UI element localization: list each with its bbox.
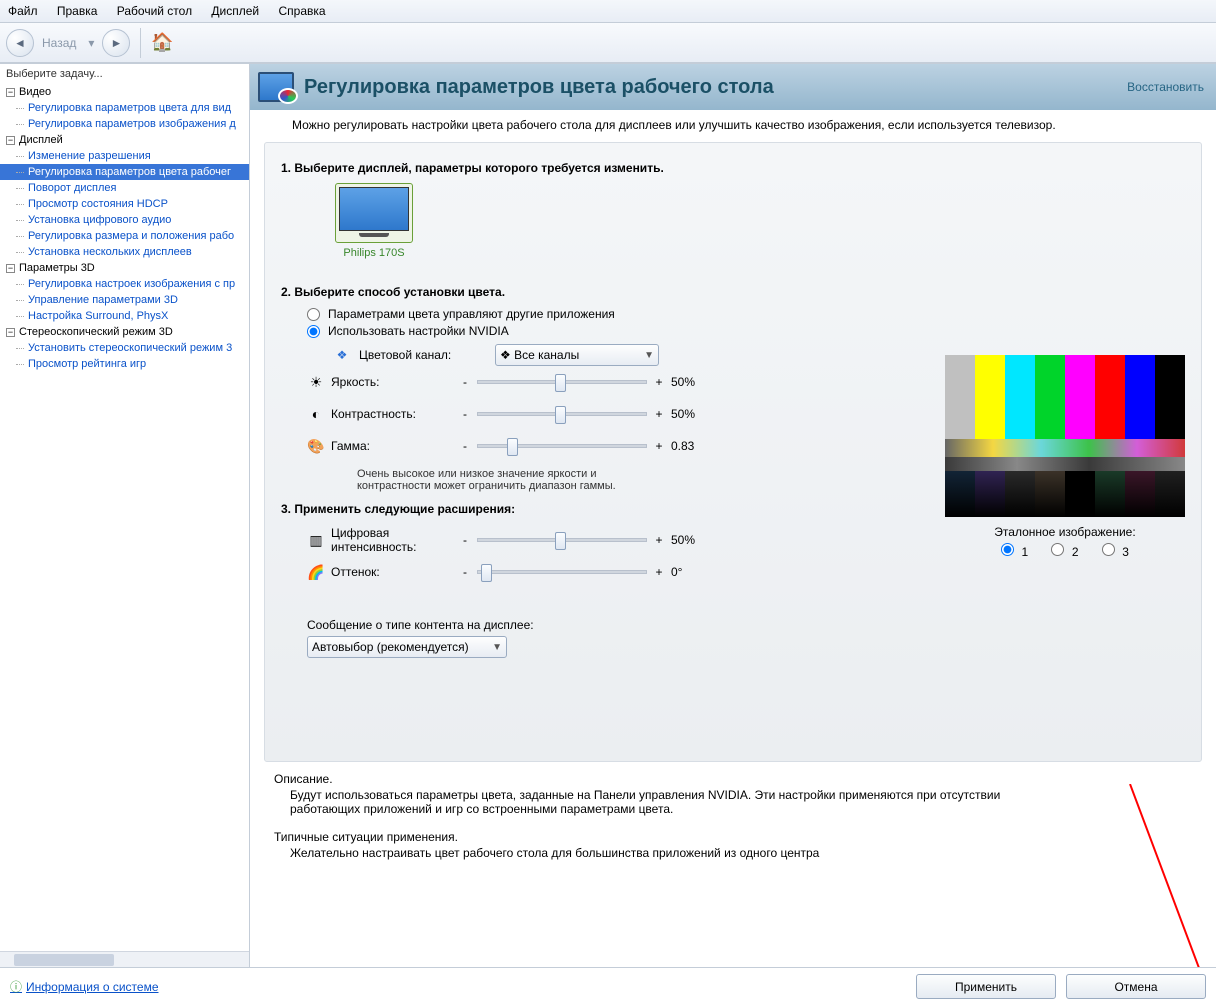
step2-title: 2. Выберите способ установки цвета. [281, 285, 925, 299]
brightness-slider[interactable] [477, 380, 647, 384]
gamma-value: 0.83 [671, 439, 711, 453]
sidebar-title: Выберите задачу... [0, 64, 249, 84]
content-type-label: Сообщение о типе контента на дисплее: [307, 618, 925, 632]
tree-item[interactable]: Регулировка параметров цвета для вид [0, 100, 249, 116]
brightness-icon: ☀ [307, 374, 325, 391]
tree-item[interactable]: Изменение разрешения [0, 148, 249, 164]
forward-button[interactable]: ► [102, 29, 130, 57]
contrast-value: 50% [671, 407, 711, 421]
back-label: Назад [42, 36, 76, 50]
channel-combo[interactable]: ❖ Все каналы▼ [495, 344, 659, 366]
ref-radio-3[interactable] [1102, 543, 1115, 556]
hue-value: 0° [671, 565, 711, 579]
tree-item[interactable]: Управление параметрами 3D [0, 292, 249, 308]
page-header: Регулировка параметров цвета рабочего ст… [250, 64, 1216, 110]
tree-item[interactable]: Поворот дисплея [0, 180, 249, 196]
hue-label: Оттенок: [331, 565, 459, 579]
brightness-value: 50% [671, 375, 711, 389]
brightness-label: Яркость: [331, 375, 459, 389]
back-button[interactable]: ◄ [6, 29, 34, 57]
sidebar-hscrollbar[interactable] [0, 951, 249, 967]
tree-category[interactable]: −Стереоскопический режим 3D [0, 324, 249, 340]
tree-item[interactable]: Регулировка размера и положения рабо [0, 228, 249, 244]
home-icon[interactable]: 🏠 [151, 32, 173, 53]
tree-item[interactable]: Установка нескольких дисплеев [0, 244, 249, 260]
page-title: Регулировка параметров цвета рабочего ст… [304, 76, 774, 99]
tree-category[interactable]: −Параметры 3D [0, 260, 249, 276]
intensity-slider[interactable] [477, 538, 647, 542]
apply-button[interactable]: Применить [916, 974, 1056, 999]
page-description: Можно регулировать настройки цвета рабоч… [250, 110, 1216, 136]
tree-item[interactable]: Регулировка настроек изображения с пр [0, 276, 249, 292]
usecase-text: Желательно настраивать цвет рабочего сто… [290, 846, 1010, 860]
gamma-icon: 🎨 [307, 438, 325, 455]
ref-radio-1[interactable] [1001, 543, 1014, 556]
contrast-label: Контрастность: [331, 407, 459, 421]
tree-category[interactable]: −Видео [0, 84, 249, 100]
tree-item[interactable]: Установить стереоскопический режим 3 [0, 340, 249, 356]
toolbar: ◄ Назад ▾ ► 🏠 [0, 23, 1216, 63]
header-monitor-icon [258, 72, 294, 102]
menu-bar: Файл Правка Рабочий стол Дисплей Справка [0, 0, 1216, 23]
tree-item[interactable]: Просмотр рейтинга игр [0, 356, 249, 372]
menu-file[interactable]: Файл [8, 4, 38, 18]
menu-desktop[interactable]: Рабочий стол [117, 4, 192, 18]
sidebar: Выберите задачу... −ВидеоРегулировка пар… [0, 64, 250, 967]
info-icon: ⓘ [10, 978, 22, 995]
content-type-combo[interactable]: Автовыбор (рекомендуется)▼ [307, 636, 507, 658]
hue-slider[interactable] [477, 570, 647, 574]
tree-item[interactable]: Установка цифрового аудио [0, 212, 249, 228]
step3-title: 3. Применить следующие расширения: [281, 502, 925, 516]
back-dropdown-icon[interactable]: ▾ [88, 36, 94, 50]
description-heading: Описание. [274, 772, 1192, 786]
menu-help[interactable]: Справка [278, 4, 325, 18]
intensity-icon: ▥ [307, 532, 325, 549]
task-tree: −ВидеоРегулировка параметров цвета для в… [0, 84, 249, 951]
content: Регулировка параметров цвета рабочего ст… [250, 64, 1216, 967]
cancel-button[interactable]: Отмена [1066, 974, 1206, 999]
radio-nvidia[interactable] [307, 325, 320, 338]
intensity-label: Цифровая интенсивность: [331, 526, 459, 554]
gamma-label: Гамма: [331, 439, 459, 453]
display-selector[interactable]: Philips 170S [319, 183, 429, 259]
system-info-link[interactable]: ⓘ Информация о системе [10, 978, 159, 995]
contrast-icon: ◐ [307, 406, 325, 422]
restore-link[interactable]: Восстановить [1127, 80, 1204, 94]
contrast-slider[interactable] [477, 412, 647, 416]
menu-edit[interactable]: Правка [57, 4, 98, 18]
radio-other-apps-label: Параметрами цвета управляют другие прило… [328, 307, 615, 321]
monitor-label: Philips 170S [319, 247, 429, 259]
radio-nvidia-label: Использовать настройки NVIDIA [328, 324, 509, 338]
tree-item[interactable]: Настройка Surround, PhysX [0, 308, 249, 324]
tree-item[interactable]: Регулировка параметров цвета рабочег [0, 164, 249, 180]
footer: ⓘ Информация о системе Применить Отмена [0, 967, 1216, 1005]
ref-radio-2[interactable] [1051, 543, 1064, 556]
tree-category[interactable]: −Дисплей [0, 132, 249, 148]
gamma-slider[interactable] [477, 444, 647, 448]
settings-panel: 1. Выберите дисплей, параметры которого … [264, 142, 1202, 762]
toolbar-separator [140, 28, 141, 58]
usecase-heading: Типичные ситуации применения. [274, 830, 1192, 844]
monitor-icon [335, 183, 413, 243]
step1-title: 1. Выберите дисплей, параметры которого … [281, 161, 925, 175]
tree-item[interactable]: Просмотр состояния HDCP [0, 196, 249, 212]
tree-item[interactable]: Регулировка параметров изображения д [0, 116, 249, 132]
channel-label: Цветовой канал: [359, 348, 487, 362]
hue-icon: 🌈 [307, 564, 325, 581]
intensity-value: 50% [671, 533, 711, 547]
reference-image [945, 355, 1185, 517]
channel-icon: ❖ [333, 348, 351, 362]
menu-display[interactable]: Дисплей [211, 4, 259, 18]
reference-title: Эталонное изображение: [945, 525, 1185, 539]
gamma-note: Очень высокое или низкое значение яркост… [357, 468, 637, 492]
radio-other-apps[interactable] [307, 308, 320, 321]
description-text: Будут использоваться параметры цвета, за… [290, 788, 1010, 816]
